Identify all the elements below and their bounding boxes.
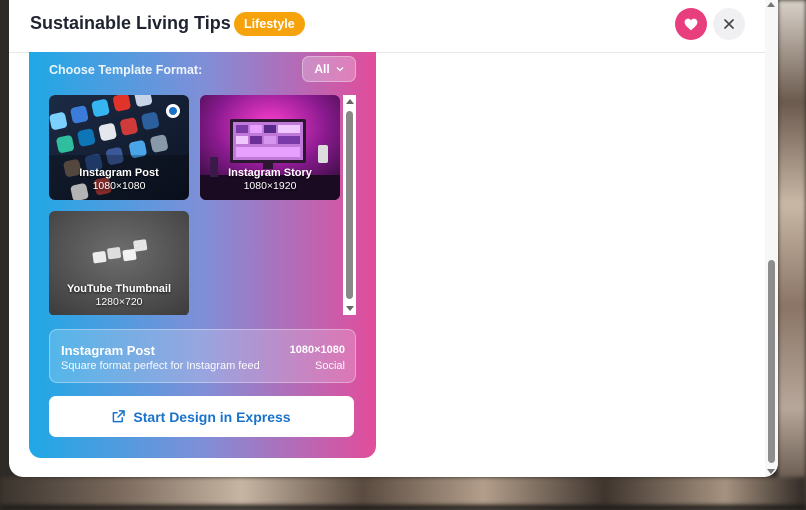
modal-header: Sustainable Living Tips Lifestyle (9, 0, 765, 53)
selected-template-name: Instagram Post (61, 343, 155, 358)
selected-template-info: Instagram Post Square format perfect for… (49, 329, 356, 383)
template-card-instagram-story[interactable]: Instagram Story 1080×1920 (200, 95, 340, 200)
scrollbar-thumb[interactable] (768, 260, 775, 463)
modal-scrollbar[interactable] (765, 0, 778, 477)
close-icon (724, 19, 734, 29)
template-grid-scrollbar[interactable] (343, 95, 356, 315)
scroll-down-arrow-icon[interactable] (346, 306, 354, 311)
template-panel: Choose Template Format: All Instagram Po… (29, 52, 376, 458)
category-badge: Lifestyle (234, 12, 305, 36)
close-button[interactable] (713, 8, 745, 40)
chevron-down-icon (336, 67, 344, 72)
favorite-button[interactable] (675, 8, 707, 40)
heart-icon (684, 18, 698, 30)
background-right-strip (778, 0, 806, 510)
scrollbar-thumb[interactable] (346, 111, 353, 299)
format-filter-select[interactable]: All (302, 56, 356, 82)
selected-template-category: Social (315, 360, 345, 372)
template-card-youtube-thumbnail[interactable]: YouTube Thumbnail 1280×720 (49, 211, 189, 315)
scroll-up-arrow-icon[interactable] (767, 2, 775, 7)
modal-title: Sustainable Living Tips (30, 13, 231, 33)
template-modal: Sustainable Living Tips Lifestyle Choose… (9, 0, 778, 477)
external-link-icon (113, 410, 126, 423)
filter-selected-value: All (314, 62, 330, 76)
template-size: 1080×1080 (92, 180, 146, 192)
template-card-instagram-post[interactable]: Instagram Post 1080×1080 (49, 95, 189, 200)
template-size: 1280×720 (95, 296, 143, 308)
template-name: YouTube Thumbnail (66, 283, 172, 295)
choose-format-label: Choose Template Format: (49, 63, 203, 77)
background-bottom-edge (0, 505, 806, 510)
scroll-down-arrow-icon[interactable] (767, 469, 775, 474)
start-design-button[interactable]: Start Design in Express (49, 396, 354, 437)
template-grid: Instagram Post 1080×1080 Instagram Story… (49, 95, 343, 315)
selected-template-description: Square format perfect for Instagram feed (61, 360, 260, 372)
selected-template-size: 1080×1080 (289, 344, 345, 356)
template-size: 1080×1920 (243, 180, 297, 192)
template-name: Instagram Post (79, 167, 159, 179)
scroll-up-arrow-icon[interactable] (346, 99, 354, 104)
start-design-label: Start Design in Express (133, 408, 291, 425)
template-name: Instagram Story (228, 167, 312, 179)
